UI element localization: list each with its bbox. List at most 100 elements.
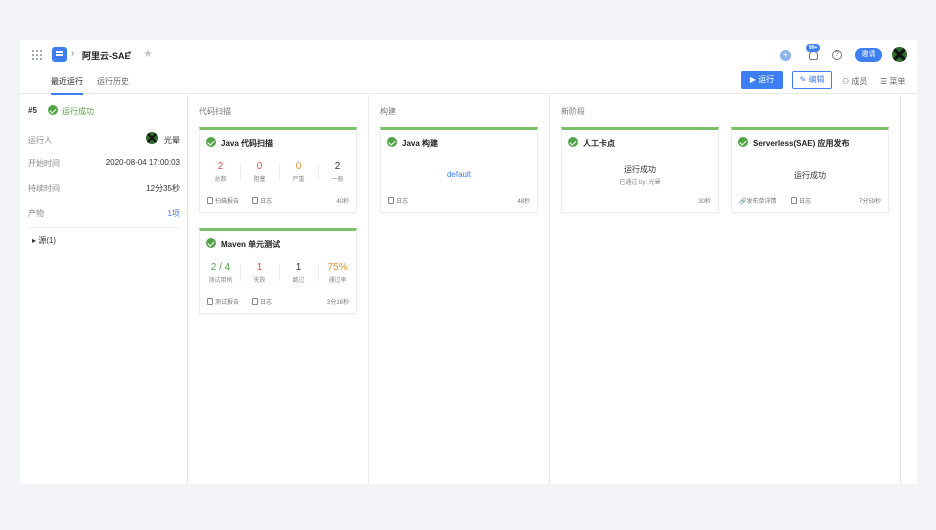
gate-approved-by: 已通过 by: 光晕 xyxy=(619,180,661,186)
edit-button[interactable]: ✎ 编辑 xyxy=(792,71,832,89)
job-duration: 40秒 xyxy=(336,199,349,205)
job-title: 人工卡点 xyxy=(583,139,615,148)
success-check-icon xyxy=(48,105,58,115)
stage-title: 新阶段 xyxy=(561,107,585,116)
job-card-java-scan[interactable]: Java 代码扫描 2 总数 0 阻塞 0 严重 2 一般 扫描报告 日志 40… xyxy=(199,127,357,213)
stage-title: 代码扫描 xyxy=(199,107,231,116)
members-button[interactable]: ⚇ 成员 xyxy=(842,76,867,87)
artifact-label: 产物 xyxy=(28,209,44,218)
play-icon: ▶ xyxy=(749,75,759,84)
run-number: #5 xyxy=(28,106,37,115)
job-title: Java 构建 xyxy=(402,139,439,148)
log-icon xyxy=(252,197,258,204)
metric-skipped: 1 跳过 xyxy=(279,262,318,284)
metric-failed: 1 失败 xyxy=(240,262,279,284)
metric-critical: 0 严重 xyxy=(279,161,318,183)
success-check-icon xyxy=(206,137,216,147)
stage-code-scan: 代码扫描 Java 代码扫描 2 总数 0 阻塞 0 严重 2 一般 扫描报告 … xyxy=(188,95,369,484)
metric-value: 2 / 4 xyxy=(210,262,231,273)
notification-badge: 99+ xyxy=(806,44,821,52)
log-label: 日志 xyxy=(799,199,812,205)
job-title: Maven 单元测试 xyxy=(221,240,281,249)
menu-button[interactable]: ☰ 菜单 xyxy=(880,76,905,87)
scan-report-label: 扫描报告 xyxy=(215,199,240,205)
report-icon xyxy=(207,298,213,305)
run-button[interactable]: ▶ 运行 xyxy=(741,71,783,89)
metric-value: 0 xyxy=(256,161,263,172)
log-label: 日志 xyxy=(260,199,273,205)
invite-button[interactable]: 邀请 xyxy=(855,48,882,62)
deploy-detail-link[interactable]: 🔗发布单详情 xyxy=(739,196,777,205)
log-link[interactable]: 日志 xyxy=(252,196,272,205)
runner-label: 运行人 xyxy=(28,136,52,145)
job-title: Java 代码扫描 xyxy=(221,139,274,148)
job-card-java-build[interactable]: Java 构建 default 日志 48秒 xyxy=(380,127,538,213)
metric-value: 75% xyxy=(327,262,348,273)
duration-value: 12分35秒 xyxy=(146,184,180,193)
members-label: 成员 xyxy=(851,77,868,86)
job-card-maven-test[interactable]: Maven 单元测试 2 / 4 测试用例 1 失败 1 跳过 75% 通过率 … xyxy=(199,228,357,314)
edit-button-label: 编辑 xyxy=(808,75,825,84)
pipeline-logo-icon xyxy=(52,47,67,62)
stage-title: 构建 xyxy=(380,107,396,116)
stage-build: 构建 Java 构建 default 日志 48秒 xyxy=(369,95,550,484)
source-toggle[interactable]: ▸ 源(1) xyxy=(32,235,56,246)
metric-value: 0 xyxy=(295,161,302,172)
run-button-label: 运行 xyxy=(758,75,775,84)
runner-name: 光晕 xyxy=(164,136,180,145)
job-duration: 3分16秒 xyxy=(326,300,349,306)
metric-label: 一般 xyxy=(331,177,344,183)
log-label: 日志 xyxy=(396,199,409,205)
user-avatar[interactable] xyxy=(892,47,907,62)
success-check-icon xyxy=(568,137,578,147)
add-icon[interactable]: + xyxy=(780,50,791,61)
bell-icon[interactable] xyxy=(809,51,818,60)
help-icon[interactable]: ? xyxy=(832,50,842,60)
job-duration: 7分59秒 xyxy=(858,199,881,205)
stage-new: 新阶段 人工卡点 运行成功 已通过 by: 光晕 30秒 Serverless(… xyxy=(550,95,901,484)
source-label: 源(1) xyxy=(38,236,57,245)
gate-status: 运行成功 xyxy=(624,165,656,174)
project-name[interactable]: 阿里云-SAE xyxy=(82,49,131,62)
log-link[interactable]: 日志 xyxy=(252,297,272,306)
job-duration: 48秒 xyxy=(517,199,530,205)
tab-run-history[interactable]: 运行历史 xyxy=(97,76,129,93)
metric-label: 严重 xyxy=(292,177,305,183)
log-link[interactable]: 日志 xyxy=(791,196,811,205)
log-icon xyxy=(791,197,797,204)
tab-recent-run[interactable]: 最近运行 xyxy=(51,76,83,95)
start-time-value: 2020-08-04 17:00:03 xyxy=(105,158,180,167)
metric-blocker: 0 阻塞 xyxy=(240,161,279,183)
test-report-link[interactable]: 测试报告 xyxy=(207,297,239,306)
deploy-detail-label: 发布单详情 xyxy=(746,199,777,205)
job-duration: 30秒 xyxy=(698,199,711,205)
test-report-label: 测试报告 xyxy=(215,300,240,306)
breadcrumb-separator: › xyxy=(71,48,75,59)
metric-pass-rate: 75% 通过率 xyxy=(318,262,357,284)
duration-label: 持续时间 xyxy=(28,184,60,193)
runner-avatar xyxy=(146,132,158,144)
metric-total: 2 总数 xyxy=(201,161,240,183)
success-check-icon xyxy=(738,137,748,147)
job-card-sae-deploy[interactable]: Serverless(SAE) 应用发布 运行成功 🔗发布单详情 日志 7分59… xyxy=(731,127,889,213)
metric-label: 测试用例 xyxy=(208,278,233,284)
chevron-down-icon[interactable]: ▾ xyxy=(128,49,132,57)
run-status: 运行成功 xyxy=(62,107,94,116)
metric-value: 2 xyxy=(334,161,341,172)
job-card-manual-gate[interactable]: 人工卡点 运行成功 已通过 by: 光晕 30秒 xyxy=(561,127,719,213)
success-check-icon xyxy=(206,238,216,248)
menu-label: 菜单 xyxy=(889,77,906,86)
scan-report-link[interactable]: 扫描报告 xyxy=(207,196,239,205)
app-grid-icon[interactable] xyxy=(32,50,42,60)
start-time-label: 开始时间 xyxy=(28,159,60,168)
metric-test-cases: 2 / 4 测试用例 xyxy=(201,262,240,284)
deploy-status: 运行成功 xyxy=(794,171,826,180)
build-env-link[interactable]: default xyxy=(381,170,537,179)
log-link[interactable]: 日志 xyxy=(388,196,408,205)
log-icon xyxy=(388,197,394,204)
star-icon[interactable]: ★ xyxy=(143,47,153,60)
metric-value: 1 xyxy=(295,262,302,273)
metric-normal: 2 一般 xyxy=(318,161,357,183)
artifact-link[interactable]: 1项 xyxy=(168,208,180,219)
metric-label: 跳过 xyxy=(292,278,305,284)
